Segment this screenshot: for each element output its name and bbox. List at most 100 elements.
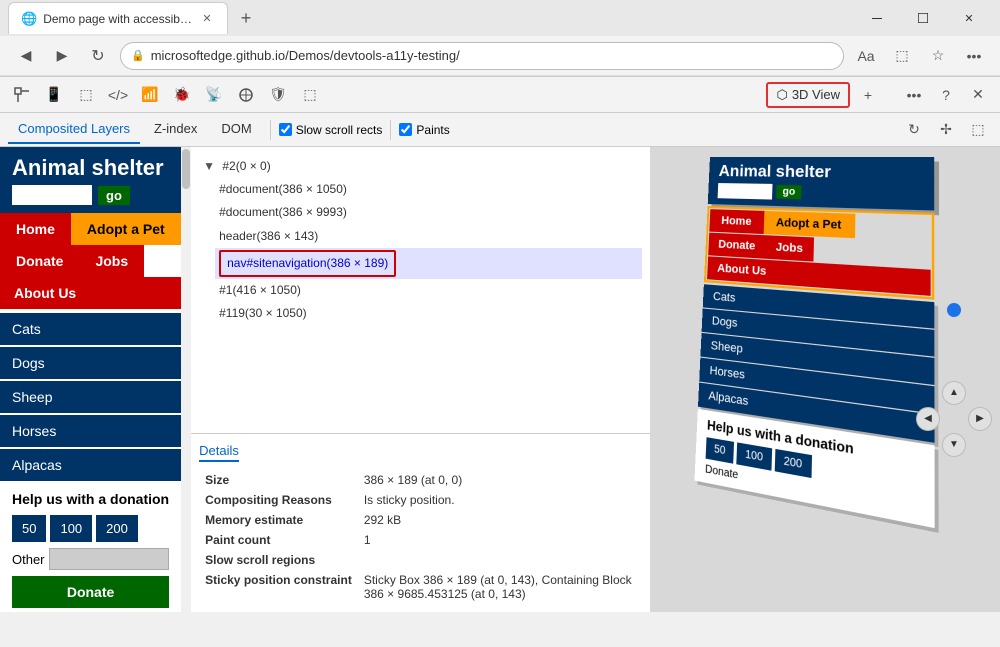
other-amount-input[interactable] bbox=[49, 548, 169, 570]
devtools-layers-panel: ▼ #2(0 × 0) #document(386 × 1050) #docum… bbox=[191, 147, 650, 612]
layers-toggle-button[interactable]: ⬚ bbox=[964, 116, 992, 144]
vertical-scrollbar[interactable] bbox=[181, 147, 191, 612]
favorites-button[interactable]: ☆ bbox=[924, 42, 952, 70]
security-button[interactable]: 🛡 bbox=[264, 81, 292, 109]
tab-z-index[interactable]: Z-index bbox=[144, 115, 207, 144]
animal-item-sheep[interactable]: Sheep bbox=[0, 381, 181, 413]
paints-checkbox[interactable]: Paints bbox=[399, 123, 449, 137]
devtools-more-button[interactable]: ••• bbox=[900, 81, 928, 109]
more-button[interactable]: ••• bbox=[960, 42, 988, 70]
tab-composited-layers[interactable]: Composited Layers bbox=[8, 115, 140, 144]
add-panel-button[interactable]: + bbox=[854, 81, 882, 109]
application-button[interactable] bbox=[232, 81, 260, 109]
donation-200-button[interactable]: 200 bbox=[96, 515, 138, 542]
split-view-button[interactable]: ⬚ bbox=[888, 42, 916, 70]
selected-layer-label[interactable]: nav#sitenavigation(386 × 189) bbox=[219, 250, 396, 277]
nav-row-1: Home Adopt a Pet bbox=[0, 213, 181, 245]
refresh-button[interactable]: ↻ bbox=[84, 42, 112, 70]
devtools-sub-toolbar: Composited Layers Z-index DOM Slow scrol… bbox=[0, 113, 1000, 147]
tree-item-doc1[interactable]: #document(386 × 1050) bbox=[215, 178, 642, 201]
site-header: Animal shelter go bbox=[0, 147, 181, 213]
tab-label: Demo page with accessibility iss bbox=[43, 12, 193, 26]
rotate-button[interactable]: ↻ bbox=[900, 116, 928, 144]
reader-view-button[interactable]: Aa bbox=[852, 42, 880, 70]
window-close-button[interactable]: ✕ bbox=[946, 0, 992, 36]
arrow-up-button[interactable]: ▲ bbox=[942, 381, 966, 405]
elements-panel-button[interactable]: ⬚ bbox=[72, 81, 100, 109]
3d-canvas[interactable]: Animal shelter go Home Adopt a Pet Donat… bbox=[650, 147, 1000, 612]
donation-50-button[interactable]: 50 bbox=[12, 515, 46, 542]
tree-item-nav[interactable]: nav#sitenavigation(386 × 189) bbox=[215, 248, 642, 279]
tree-item-layer1[interactable]: #1(416 × 1050) bbox=[215, 279, 642, 302]
animal-list: Cats Dogs Sheep Horses Alpacas bbox=[0, 313, 181, 481]
nav-jobs-button[interactable]: Jobs bbox=[79, 245, 144, 277]
tree-item-label: #1(416 × 1050) bbox=[219, 283, 301, 297]
window-maximize-button[interactable] bbox=[900, 0, 946, 36]
arrow-empty-2 bbox=[968, 381, 992, 405]
back-button[interactable]: ◀ bbox=[12, 42, 40, 70]
nav-about-button[interactable]: About Us bbox=[0, 277, 181, 309]
pan-button[interactable]: ✢ bbox=[932, 116, 960, 144]
performance-button[interactable]: 🐞 bbox=[168, 81, 196, 109]
network-button[interactable]: 📶 bbox=[136, 81, 164, 109]
details-table: Size 386 × 189 (at 0, 0) Compositing Rea… bbox=[199, 470, 642, 604]
details-tab[interactable]: Details bbox=[199, 443, 239, 462]
detail-label-size: Size bbox=[199, 470, 358, 490]
slow-scroll-rects-checkbox[interactable]: Slow scroll rects bbox=[279, 123, 383, 137]
devtools-close-button[interactable]: ✕ bbox=[964, 81, 992, 109]
tree-item-label: header(386 × 143) bbox=[219, 229, 318, 243]
arrow-center bbox=[942, 407, 966, 431]
browser-tab[interactable]: 🌐 Demo page with accessibility iss ✕ bbox=[8, 2, 228, 34]
sources-button[interactable]: </> bbox=[104, 81, 132, 109]
nav-adopt-button[interactable]: Adopt a Pet bbox=[71, 213, 181, 245]
site-search: go bbox=[12, 185, 169, 205]
devtools-help-button[interactable]: ? bbox=[932, 81, 960, 109]
donate-submit-button[interactable]: Donate bbox=[12, 576, 169, 608]
detail-row-size: Size 386 × 189 (at 0, 0) bbox=[199, 470, 642, 490]
lighthouse-button[interactable]: ⬚ bbox=[296, 81, 324, 109]
tree-item-label: #document(386 × 1050) bbox=[219, 182, 347, 196]
animal-item-cats[interactable]: Cats bbox=[0, 313, 181, 345]
animal-item-alpacas[interactable]: Alpacas bbox=[0, 449, 181, 481]
tab-close-button[interactable]: ✕ bbox=[199, 11, 215, 27]
tree-item-header[interactable]: header(386 × 143) bbox=[215, 225, 642, 248]
3d-view-button[interactable]: ⬡ 3D View bbox=[766, 82, 850, 108]
new-tab-button[interactable]: + bbox=[232, 4, 260, 32]
animal-item-dogs[interactable]: Dogs bbox=[0, 347, 181, 379]
arrow-down-button[interactable]: ▼ bbox=[942, 433, 966, 457]
donation-100-button[interactable]: 100 bbox=[50, 515, 92, 542]
device-emulation-button[interactable]: 📱 bbox=[40, 81, 68, 109]
detail-value-sticky: Sticky Box 386 × 189 (at 0, 143), Contai… bbox=[358, 570, 642, 604]
donation-title: Help us with a donation bbox=[12, 491, 169, 507]
search-input[interactable] bbox=[12, 185, 92, 205]
donation-other: Other bbox=[12, 548, 169, 570]
arrow-right-button[interactable]: ▶ bbox=[968, 407, 992, 431]
url-field[interactable]: 🔒 microsoftedge.github.io/Demos/devtools… bbox=[120, 42, 844, 70]
devtools-toolbar: 📱 ⬚ </> 📶 🐞 📡 🛡 ⬚ ⬡ 3D View + ••• ? ✕ bbox=[0, 77, 1000, 113]
inspect-element-button[interactable] bbox=[8, 81, 36, 109]
donation-section: Help us with a donation 50 100 200 Other… bbox=[0, 483, 181, 612]
search-button[interactable]: go bbox=[98, 186, 130, 205]
tab-dom[interactable]: DOM bbox=[211, 115, 261, 144]
arrow-left-button[interactable]: ◀ bbox=[916, 407, 940, 431]
detail-label-paint: Paint count bbox=[199, 530, 358, 550]
forward-button[interactable]: ▶ bbox=[48, 42, 76, 70]
layer-details-panel: Details Size 386 × 189 (at 0, 0) Composi… bbox=[191, 433, 650, 612]
detail-label-memory: Memory estimate bbox=[199, 510, 358, 530]
tree-item-root[interactable]: ▼ #2(0 × 0) bbox=[199, 155, 642, 178]
memory-button[interactable]: 📡 bbox=[200, 81, 228, 109]
animal-item-horses[interactable]: Horses bbox=[0, 415, 181, 447]
3d-site-title: Animal shelter bbox=[718, 163, 922, 184]
nav-donate-button[interactable]: Donate bbox=[0, 245, 79, 277]
detail-row-slowscroll: Slow scroll regions bbox=[199, 550, 642, 570]
window-minimize-button[interactable] bbox=[854, 0, 900, 36]
layers-panel: ▼ #2(0 × 0) #document(386 × 1050) #docum… bbox=[191, 147, 650, 612]
nav-home-button[interactable]: Home bbox=[0, 213, 71, 245]
tree-item-layer119[interactable]: #119(30 × 1050) bbox=[215, 302, 642, 325]
tree-item-doc2[interactable]: #document(386 × 9993) bbox=[215, 201, 642, 224]
scrollbar-thumb[interactable] bbox=[182, 149, 190, 189]
detail-label-compositing: Compositing Reasons bbox=[199, 490, 358, 510]
navigation-arrows: ▲ ◀ ▶ ▼ bbox=[916, 381, 992, 457]
detail-row-paint: Paint count 1 bbox=[199, 530, 642, 550]
detail-value-compositing: Is sticky position. bbox=[358, 490, 642, 510]
